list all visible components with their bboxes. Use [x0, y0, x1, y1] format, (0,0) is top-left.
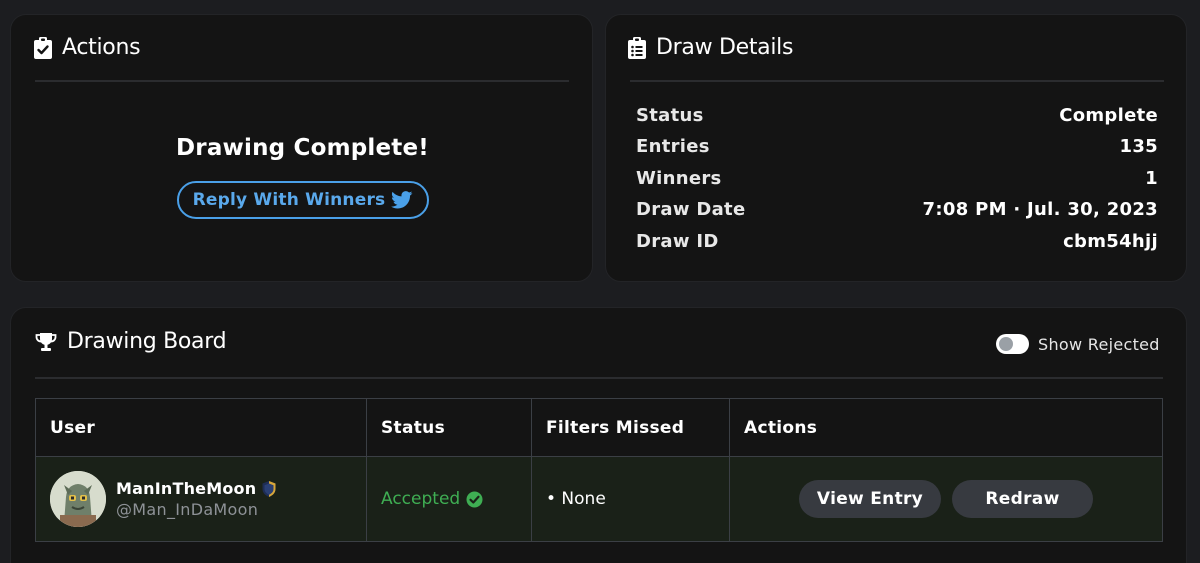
avatar[interactable] [50, 471, 106, 527]
detail-value: 7:08 PM · Jul. 30, 2023 [922, 199, 1158, 220]
status-text: Accepted [381, 489, 461, 509]
detail-row-winners: Winners 1 [636, 168, 1158, 189]
detail-label: Draw ID [636, 231, 719, 252]
filters-missed-cell: • None [531, 456, 730, 542]
draw-details-card: Draw Details Status Complete Entries 135… [605, 14, 1187, 282]
user-cell: ManInTheMoon @Man_InDaMoon [35, 456, 367, 542]
clipboard-check-icon [34, 36, 52, 59]
check-circle-icon [466, 491, 483, 507]
details-header: Draw Details [628, 35, 793, 60]
redraw-button[interactable]: Redraw [952, 480, 1093, 518]
detail-label: Status [636, 105, 704, 126]
detail-value: 135 [1119, 136, 1158, 157]
details-title: Draw Details [656, 35, 794, 60]
show-rejected-label: Show Rejected [1038, 334, 1160, 354]
divider [35, 80, 569, 82]
board-title: Drawing Board [67, 329, 227, 354]
reply-with-winners-button[interactable]: Reply With Winners [177, 181, 429, 219]
trophy-icon [35, 332, 57, 352]
detail-label: Draw Date [636, 199, 746, 220]
detail-row-draw-id: Draw ID cbm54hjj [636, 231, 1158, 252]
detail-row-entries: Entries 135 [636, 136, 1158, 157]
column-header-filters-missed: Filters Missed [531, 398, 730, 457]
user-info: ManInTheMoon @Man_InDaMoon [116, 479, 278, 519]
detail-row-draw-date: Draw Date 7:08 PM · Jul. 30, 2023 [636, 199, 1158, 220]
detail-value: Complete [1059, 105, 1158, 126]
divider [35, 377, 1163, 379]
drawing-board-table: User Status Filters Missed Actions ManIn… [35, 398, 1163, 542]
divider [630, 80, 1164, 82]
detail-value: cbm54hjj [1063, 231, 1158, 252]
twitter-bird-icon [391, 191, 413, 209]
reply-button-label: Reply With Winners [192, 190, 386, 210]
show-rejected-toggle[interactable] [996, 334, 1029, 354]
table-header-row: User Status Filters Missed Actions [35, 398, 1163, 457]
filters-missed-text: • None [546, 489, 606, 509]
detail-label: Entries [636, 136, 710, 157]
status-cell: Accepted [366, 456, 532, 542]
table-row: ManInTheMoon @Man_InDaMoon Accepted • No… [35, 456, 1163, 542]
clipboard-list-icon [628, 36, 646, 59]
show-rejected-control: Show Rejected [996, 334, 1160, 354]
verified-badge-icon [260, 480, 278, 498]
drawing-board-card: Drawing Board Show Rejected User Status … [10, 307, 1187, 563]
user-name[interactable]: ManInTheMoon [116, 479, 256, 498]
column-header-status: Status [366, 398, 532, 457]
actions-cell: View Entry Redraw [729, 456, 1163, 542]
drawing-complete-message: Drawing Complete! [175, 135, 429, 161]
actions-header: Actions [34, 35, 141, 60]
toggle-knob [999, 337, 1013, 351]
user-handle: @Man_InDaMoon [116, 500, 259, 519]
board-header: Drawing Board [35, 329, 227, 354]
column-header-user: User [35, 398, 367, 457]
detail-row-status: Status Complete [636, 105, 1158, 126]
detail-value: 1 [1145, 168, 1158, 189]
actions-card: Actions Drawing Complete! Reply With Win… [10, 14, 593, 282]
detail-label: Winners [636, 168, 722, 189]
view-entry-button[interactable]: View Entry [799, 480, 941, 518]
actions-title: Actions [62, 35, 141, 60]
column-header-actions: Actions [729, 398, 1163, 457]
